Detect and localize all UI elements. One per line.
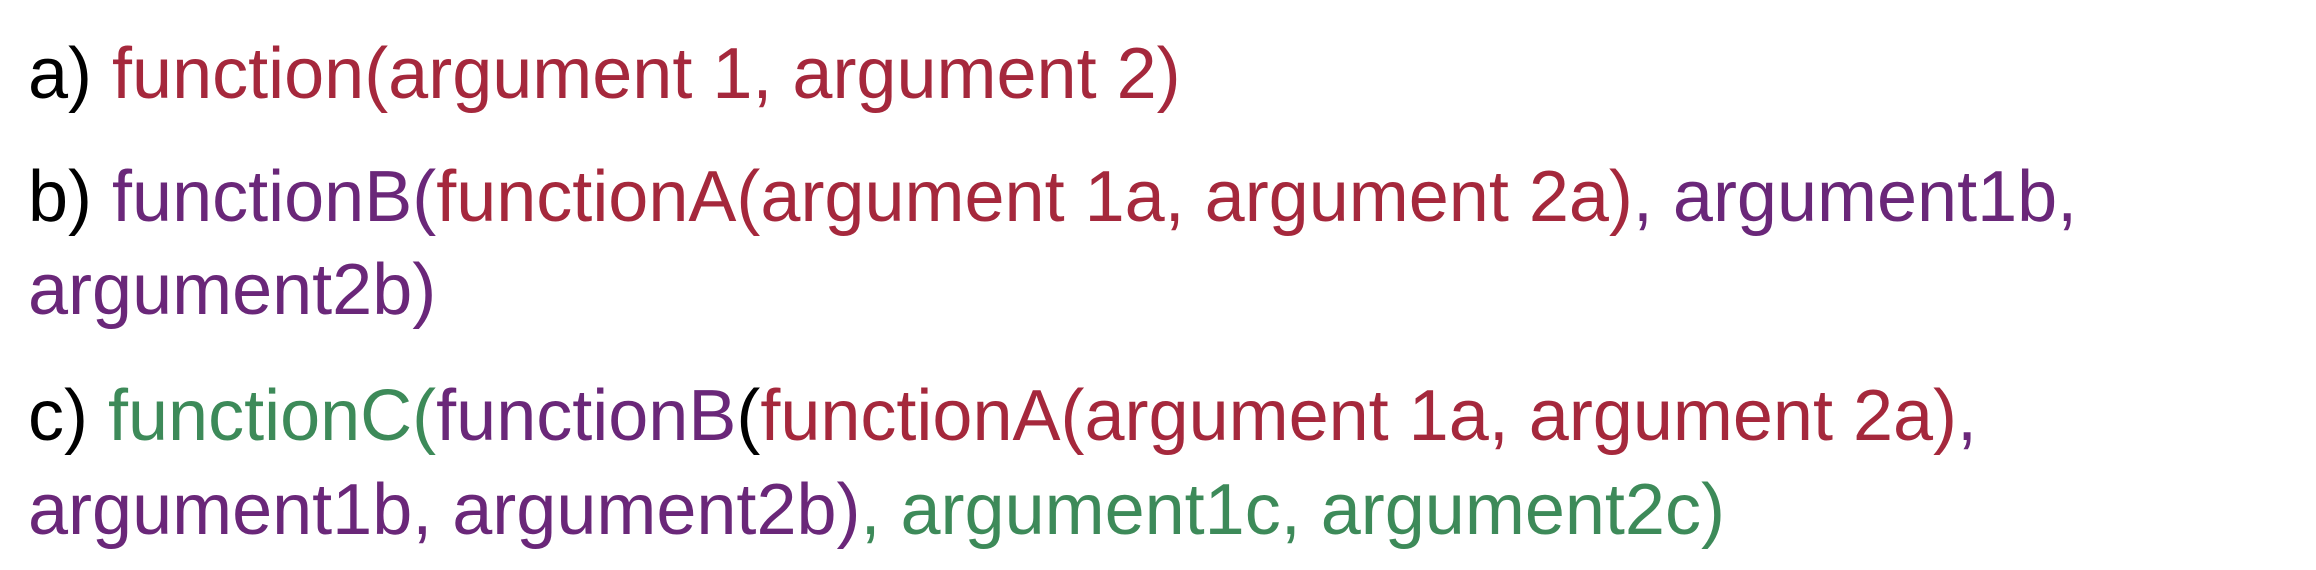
function-b-name: functionB: [436, 376, 737, 456]
example-c-line-2: argument1b, argument2b), argument1c, arg…: [28, 474, 1725, 546]
function-b-args-part-2: argument2b): [28, 250, 437, 330]
function-c-open: functionC(: [107, 376, 437, 456]
function-b-args: argument1b, argument2b): [28, 470, 861, 550]
black-open-paren: (: [736, 376, 761, 456]
function-a-call: functionA(argument 1a, argument 2a): [760, 376, 1958, 456]
example-b-line-2: argument2b): [28, 254, 436, 326]
function-b-comma: ,: [1957, 376, 1978, 456]
formula-examples: a) function(argument 1, argument 2) b) f…: [28, 0, 2296, 570]
function-b-open: functionB(: [112, 157, 437, 237]
example-b-label: b): [28, 157, 113, 237]
function-call-text: function(argument 1, argument 2): [112, 34, 1181, 114]
function-a-call: functionA(argument 1a, argument 2a): [436, 157, 1633, 237]
example-a-line: a) function(argument 1, argument 2): [28, 38, 1181, 110]
example-a-label: a): [28, 34, 113, 114]
example-b-line-1: b) functionB(functionA(argument 1a, argu…: [28, 161, 2077, 233]
example-c-label: c): [28, 376, 108, 456]
example-c-line-1: c) functionC(functionB(functionA(argumen…: [28, 380, 1977, 452]
function-c-args: , argument1c, argument2c): [860, 470, 1725, 550]
function-b-args-part-1: , argument1b,: [1632, 157, 2078, 237]
